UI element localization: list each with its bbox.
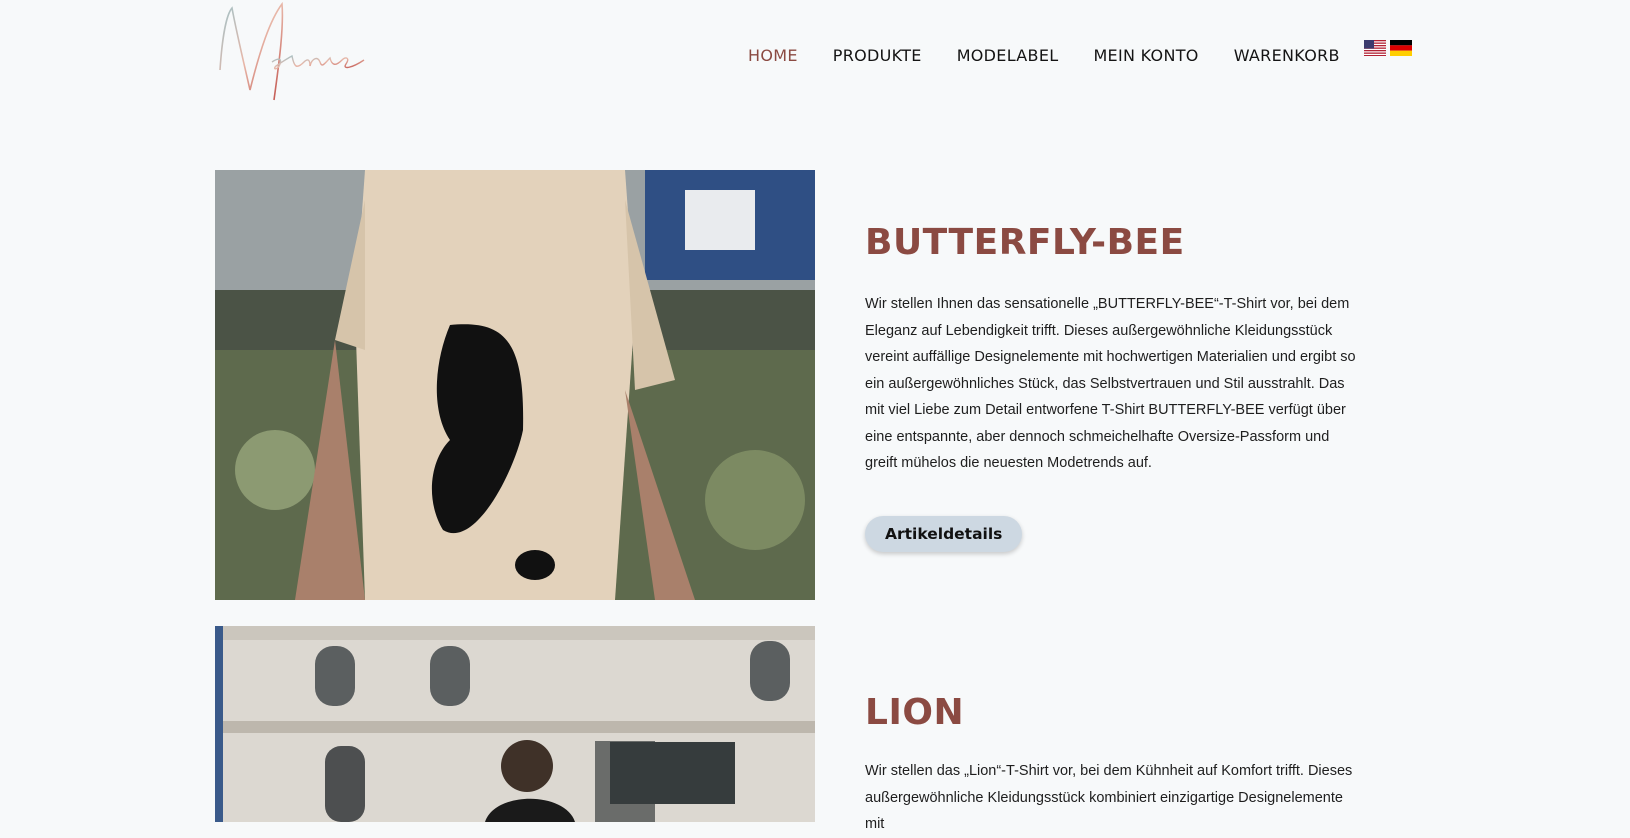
product-title: BUTTERFLY-BEE [865,222,1185,263]
flag-us-icon[interactable] [1364,40,1386,56]
nav-modelabel[interactable]: MODELABEL [957,46,1059,65]
main-nav: HOME PRODUKTE MODELABEL MEIN KONTO WAREN… [748,40,1375,70]
artikeldetails-button[interactable]: Artikeldetails [865,516,1023,552]
product-info: LION Wir stellen das „Lion“-T-Shirt vor,… [865,692,1365,838]
flag-de-icon[interactable] [1390,40,1412,56]
nav-home[interactable]: HOME [748,46,798,65]
product-description: Wir stellen das „Lion“-T-Shirt vor, bei … [865,763,1353,832]
product-info: BUTTERFLY-BEE Wir stellen Ihnen das sens… [865,222,1365,477]
nav-produkte[interactable]: PRODUKTE [833,46,922,65]
nelane-logo[interactable] [212,0,372,108]
product-image-lion[interactable] [215,626,815,822]
nav-mein-konto[interactable]: MEIN KONTO [1093,46,1198,65]
product-image-butterfly-bee[interactable] [215,170,815,600]
nav-warenkorb[interactable]: WARENKORB [1234,46,1340,65]
product-description: Wir stellen Ihnen das sensationelle „BUT… [865,296,1356,471]
site-header: HOME PRODUKTE MODELABEL MEIN KONTO WAREN… [0,0,1630,115]
product-title: LION [865,692,965,733]
language-switcher [1364,40,1412,56]
